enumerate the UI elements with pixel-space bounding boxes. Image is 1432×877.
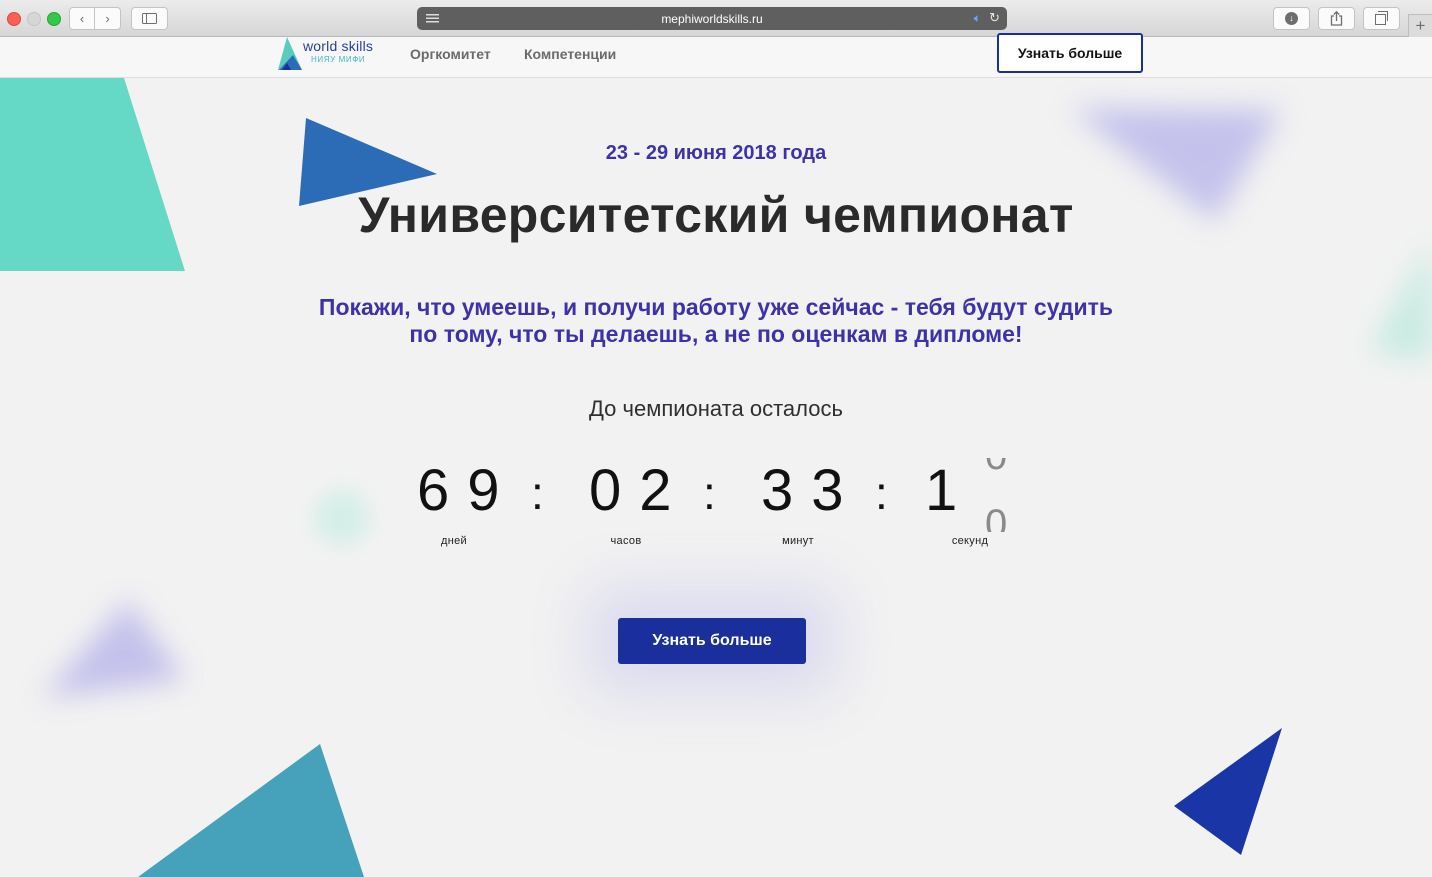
logo-triangle-icon — [278, 37, 302, 70]
background-decor — [0, 78, 1432, 877]
close-window-button[interactable] — [7, 12, 21, 26]
mint-blurred-shape-right — [1370, 240, 1432, 360]
forward-button[interactable]: › — [95, 7, 121, 30]
address-bar[interactable]: mephiworldskills.ru 🔈︎ ↻ — [417, 7, 1007, 30]
logo-title: world skills — [303, 38, 374, 54]
steel-blue-triangle-bottom-left — [138, 744, 364, 877]
learn-more-button[interactable]: Узнать больше — [618, 618, 806, 664]
lavender-blurred-triangle-bottom-left — [42, 600, 185, 698]
countdown-minutes-label: минут — [782, 535, 814, 547]
rolling-digit-top: 0 — [985, 458, 1007, 479]
worldskills-logo[interactable]: world skills НИЯУ МИФИ — [278, 37, 388, 71]
history-nav: ‹ › — [69, 7, 121, 30]
countdown-separator: : — [703, 467, 716, 519]
countdown-days-value: 69 — [417, 458, 518, 523]
new-tab-button[interactable]: + — [1408, 14, 1432, 37]
share-icon — [1330, 11, 1343, 26]
hero-subtitle: Покажи, что умеешь, и получи работу уже … — [318, 294, 1114, 347]
chevron-left-icon: ‹ — [79, 11, 85, 26]
countdown-seconds-label: секунд — [951, 535, 989, 547]
countdown-seconds-rolling-digit: 0 0 — [985, 458, 1015, 532]
url-text: mephiworldskills.ru — [661, 11, 763, 26]
countdown-separator: : — [531, 467, 544, 519]
logo-subtitle: НИЯУ МИФИ — [311, 55, 366, 64]
chevron-right-icon: › — [105, 11, 110, 26]
nav-link-orgcommittee[interactable]: Оргкомитет — [410, 46, 491, 62]
countdown-separator: : — [875, 467, 888, 519]
navy-triangle-bottom-right — [1174, 728, 1282, 855]
mint-blurred-dot-left — [314, 490, 370, 546]
nav-link-competencies[interactable]: Компетенции — [524, 46, 616, 62]
reader-view-icon[interactable] — [426, 14, 439, 23]
page-title: Университетский чемпионат — [358, 187, 1074, 243]
minimize-window-button[interactable] — [27, 12, 41, 26]
browser-toolbar: ‹ › mephiworldskills.ru 🔈︎ ↻ ↓ + — [0, 0, 1432, 37]
countdown-heading: До чемпионата осталось — [589, 396, 843, 421]
tab-overview-button[interactable] — [1363, 7, 1400, 30]
tabs-icon — [1375, 11, 1388, 25]
site-header: world skills НИЯУ МИФИ Оргкомитет Компет… — [0, 33, 1432, 78]
reload-icon[interactable]: ↻ — [989, 10, 1000, 26]
countdown-hours: 02 часов — [571, 458, 690, 547]
event-dates: 23 - 29 июня 2018 года — [605, 142, 827, 164]
zoom-window-button[interactable] — [47, 12, 61, 26]
sidebar-toggle-button[interactable] — [131, 7, 168, 30]
countdown-minutes: 33 минут — [743, 458, 862, 547]
header-learn-more-button[interactable]: Узнать больше — [997, 33, 1143, 73]
rolling-digit-bottom: 0 — [985, 502, 1008, 532]
downloads-button[interactable]: ↓ — [1273, 7, 1310, 30]
countdown-hours-label: часов — [610, 535, 642, 547]
countdown-days: 69 дней — [399, 458, 518, 547]
share-button[interactable] — [1318, 7, 1355, 30]
countdown-minutes-value: 33 — [761, 458, 862, 523]
countdown-days-label: дней — [441, 535, 467, 547]
download-icon: ↓ — [1285, 12, 1298, 25]
back-button[interactable]: ‹ — [69, 7, 95, 30]
sidebar-icon — [142, 13, 157, 24]
countdown-hours-value: 02 — [589, 458, 690, 523]
speaker-icon[interactable]: 🔈︎ — [974, 11, 981, 26]
